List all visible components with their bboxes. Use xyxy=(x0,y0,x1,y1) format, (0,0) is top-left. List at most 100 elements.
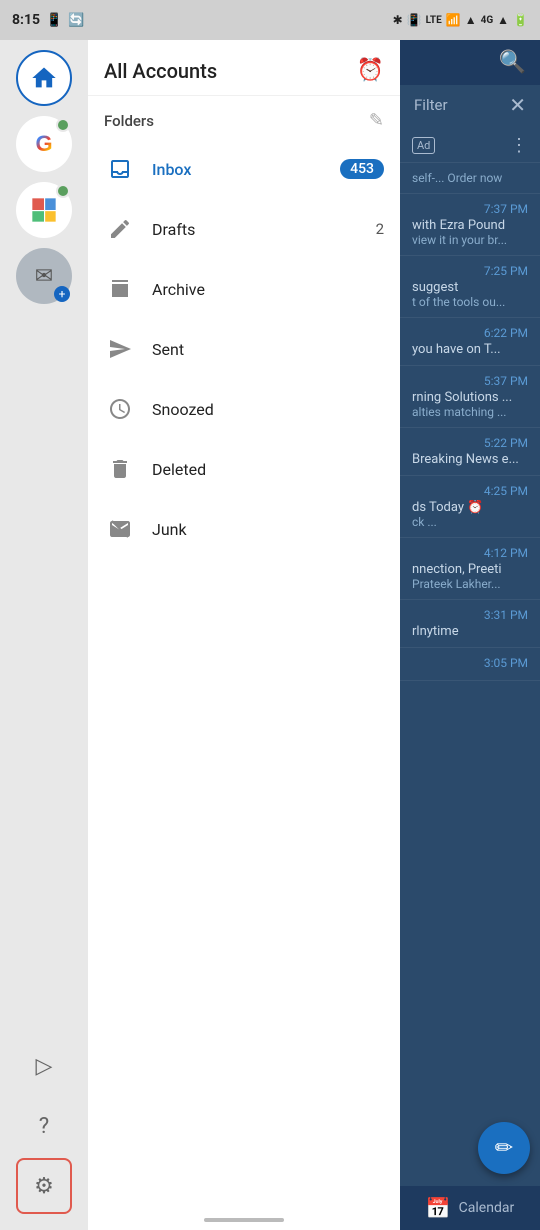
email-time-8: 3:05 PM xyxy=(412,656,528,670)
email-subject-3: rning Solutions ... xyxy=(412,390,528,405)
office-badge xyxy=(56,184,70,198)
status-bar: 8:15 📱 🔄 ✱ 📳 LTE 📶 ▲ 4G ▲ 🔋 xyxy=(0,0,540,40)
email-item-ad[interactable]: self-... Order now xyxy=(400,163,540,194)
email-subject-5: ds Today ⏰ xyxy=(412,500,528,515)
phone-icon: 📱 xyxy=(46,13,62,28)
email-item-8[interactable]: 3:05 PM xyxy=(400,648,540,681)
email-time-3: 5:37 PM xyxy=(412,374,528,388)
inbox-count: 453 xyxy=(340,159,384,179)
email-time-5: 4:25 PM xyxy=(412,484,528,498)
calendar-bar[interactable]: 📅 Calendar xyxy=(400,1186,540,1230)
drafts-icon xyxy=(104,213,136,245)
search-button[interactable]: 🔍 xyxy=(499,50,526,75)
email-subject-7: rlnytime xyxy=(412,624,528,639)
play-button[interactable]: ▷ xyxy=(16,1038,72,1094)
folders-label: Folders xyxy=(104,112,154,130)
email-time-0: 7:37 PM xyxy=(412,202,528,216)
email-subject-1: suggest xyxy=(412,280,528,295)
filter-bar: Filter ✕ xyxy=(400,85,540,125)
drafts-label: Drafts xyxy=(152,220,376,239)
account-google[interactable]: G xyxy=(16,116,72,172)
lte-icon: LTE xyxy=(426,15,442,26)
email-item-1[interactable]: 7:25 PM suggest t of the tools ou... xyxy=(400,256,540,318)
junk-icon xyxy=(104,513,136,545)
archive-label: Archive xyxy=(152,280,384,299)
sent-icon xyxy=(104,333,136,365)
signal2-icon: ▲ xyxy=(497,13,509,27)
account-office[interactable] xyxy=(16,182,72,238)
email-item-0[interactable]: 7:37 PM with Ezra Pound view it in your … xyxy=(400,194,540,256)
battery-icon: 🔋 xyxy=(513,13,528,27)
snoozed-icon xyxy=(104,393,136,425)
compose-fab[interactable]: ✏ xyxy=(478,1122,530,1174)
settings-button[interactable]: ⚙ xyxy=(16,1158,72,1214)
ad-row[interactable]: Ad ⋮ xyxy=(400,129,540,163)
email-panel: 🔍 Filter ✕ Ad ⋮ self-... Order now 7:37 … xyxy=(400,40,540,1230)
email-list: Ad ⋮ self-... Order now 7:37 PM with Ezr… xyxy=(400,125,540,1186)
email-subject-4: Breaking News e... xyxy=(412,452,528,467)
sync-icon: 🔄 xyxy=(68,13,84,28)
archive-icon xyxy=(104,273,136,305)
folder-item-sent[interactable]: Sent xyxy=(88,319,400,379)
email-time-2: 6:22 PM xyxy=(412,326,528,340)
deleted-icon xyxy=(104,453,136,485)
folder-item-deleted[interactable]: Deleted xyxy=(88,439,400,499)
email-subject-0: with Ezra Pound xyxy=(412,218,528,233)
folder-item-archive[interactable]: Archive xyxy=(88,259,400,319)
email-preview-3: alties matching ... xyxy=(412,405,528,419)
wifi-icon: 📶 xyxy=(446,13,461,27)
scroll-indicator xyxy=(204,1218,284,1222)
folder-item-drafts[interactable]: Drafts 2 xyxy=(88,199,400,259)
email-preview-0: view it in your br... xyxy=(412,233,528,247)
add-account-badge: + xyxy=(54,286,70,302)
folder-header: All Accounts ⏰ xyxy=(88,40,400,96)
snoozed-label: Snoozed xyxy=(152,400,384,419)
email-time-4: 5:22 PM xyxy=(412,436,528,450)
email-item-6[interactable]: 4:12 PM nnection, Preeti Prateek Lakher.… xyxy=(400,538,540,600)
home-icon xyxy=(30,64,58,92)
email-preview-1: t of the tools ou... xyxy=(412,295,528,309)
folder-item-inbox[interactable]: Inbox 453 xyxy=(88,139,400,199)
google-icon: G xyxy=(35,131,52,157)
compose-icon: ✏ xyxy=(495,1136,513,1161)
email-panel-header: 🔍 xyxy=(400,40,540,85)
email-item-3[interactable]: 5:37 PM rning Solutions ... alties match… xyxy=(400,366,540,428)
email-item-2[interactable]: 6:22 PM you have on T... xyxy=(400,318,540,366)
edit-icon[interactable]: ✎ xyxy=(369,110,384,131)
email-time-7: 3:31 PM xyxy=(412,608,528,622)
folder-panel-title: All Accounts xyxy=(104,59,217,83)
status-time: 8:15 xyxy=(12,12,40,28)
account-home[interactable] xyxy=(16,50,72,106)
alarm-icon[interactable]: ⏰ xyxy=(357,58,384,83)
bluetooth-icon: ✱ xyxy=(393,13,403,27)
email-item-7[interactable]: 3:31 PM rlnytime xyxy=(400,600,540,648)
email-time-6: 4:12 PM xyxy=(412,546,528,560)
4g-icon: 4G xyxy=(481,15,494,26)
folder-item-junk[interactable]: Junk xyxy=(88,499,400,559)
help-icon: ? xyxy=(39,1114,49,1139)
email-item-4[interactable]: 5:22 PM Breaking News e... xyxy=(400,428,540,476)
email-item-5[interactable]: 4:25 PM ds Today ⏰ ck ... xyxy=(400,476,540,538)
google-badge xyxy=(56,118,70,132)
close-button[interactable]: ✕ xyxy=(509,93,526,117)
play-icon: ▷ xyxy=(36,1054,53,1079)
account-add[interactable]: ✉ + xyxy=(16,248,72,304)
deleted-label: Deleted xyxy=(152,460,384,479)
ad-badge: Ad xyxy=(412,137,435,154)
calendar-label: Calendar xyxy=(459,1200,515,1216)
email-subject-6: nnection, Preeti xyxy=(412,562,528,577)
folders-label-row: Folders ✎ xyxy=(88,96,400,139)
help-button[interactable]: ? xyxy=(16,1098,72,1154)
settings-icon: ⚙ xyxy=(34,1174,54,1199)
inbox-icon xyxy=(104,153,136,185)
more-dots-icon[interactable]: ⋮ xyxy=(510,135,528,156)
account-sidebar: G ✉ + ▷ ? ⚙ xyxy=(0,40,88,1230)
folder-panel: All Accounts ⏰ Folders ✎ Inbox 453 xyxy=(88,40,400,1230)
inbox-label: Inbox xyxy=(152,160,340,179)
email-preview-5: ck ... xyxy=(412,515,528,529)
mail-icon: ✉ xyxy=(35,264,53,289)
app-container: G ✉ + ▷ ? ⚙ xyxy=(0,40,540,1230)
email-subject-2: you have on T... xyxy=(412,342,528,357)
folder-item-snoozed[interactable]: Snoozed xyxy=(88,379,400,439)
filter-button[interactable]: Filter xyxy=(414,96,448,114)
